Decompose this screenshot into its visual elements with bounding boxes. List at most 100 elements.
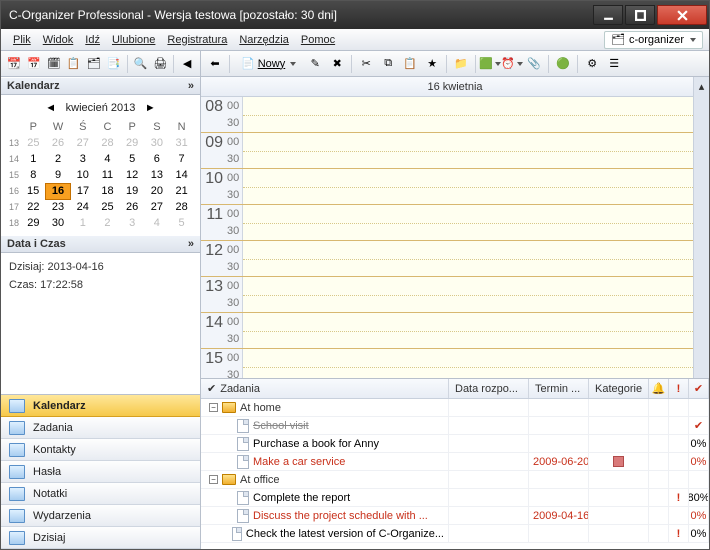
calendar-day[interactable]: 30 [46,215,71,231]
workspace-selector[interactable]: 🗂 c-organizer [604,31,703,49]
category-button[interactable]: 🟩 [480,54,500,74]
calendar-day[interactable]: 20 [145,183,170,199]
edit-button[interactable]: ✎ [305,54,325,74]
menu-narzedzia[interactable]: Narzędzia [233,32,295,48]
col-category[interactable]: Kategorie [589,379,649,398]
time-slot[interactable] [243,349,693,378]
calendar-day[interactable]: 28 [95,135,120,151]
time-slot[interactable] [243,313,693,348]
vertical-scrollbar[interactable] [693,97,709,378]
calendar-day[interactable]: 21 [169,183,194,199]
calendar-day[interactable]: 31 [169,135,194,151]
nav-dzisiaj[interactable]: Dzisiaj [1,527,200,549]
menu-registratura[interactable]: Registratura [161,32,233,48]
calendar-day[interactable]: 3 [120,215,145,231]
view-month-button[interactable]: 📋 [65,54,83,74]
col-start[interactable]: Data rozpo... [449,379,529,398]
calendar-day[interactable]: 23 [46,199,71,215]
calendar-day[interactable]: 6 [145,151,170,167]
calendar-day[interactable]: 25 [21,135,46,151]
calendar-day[interactable]: 30 [145,135,170,151]
copy-button[interactable]: ⧉ [378,54,398,74]
task-row[interactable]: Discuss the project schedule with ...200… [201,507,709,525]
calendar-day[interactable]: 10 [70,167,95,183]
nav-notatki[interactable]: Notatki [1,483,200,505]
calendar-day[interactable]: 4 [95,151,120,167]
folder-button[interactable]: 📁 [451,54,471,74]
calendar-day[interactable]: 28 [169,199,194,215]
task-group[interactable]: −At office [201,471,709,489]
calendar-panel-header[interactable]: Kalendarz » [1,77,200,95]
view-workweek-button[interactable]: 🗓 [45,54,63,74]
calendar-day[interactable]: 4 [145,215,170,231]
minimize-button[interactable] [593,5,623,25]
back-button[interactable]: ⬅ [205,54,225,74]
task-row[interactable]: Complete the report!80% [201,489,709,507]
calendar-day[interactable]: 29 [21,215,46,231]
menu-widok[interactable]: Widok [37,32,80,48]
calendar-day[interactable]: 5 [120,151,145,167]
calendar-day[interactable]: 3 [70,151,95,167]
nav-kalendarz[interactable]: Kalendarz [1,395,200,417]
filter-button[interactable]: ⚙ [582,54,602,74]
calendar-day[interactable]: 24 [70,199,95,215]
calendar-day[interactable]: 22 [21,199,46,215]
time-slot[interactable] [243,277,693,312]
nav-wydarzenia[interactable]: Wydarzenia [1,505,200,527]
view-year-button[interactable]: 🗂 [85,54,103,74]
calendar-day[interactable]: 14 [169,167,194,183]
next-month-button[interactable]: ► [143,101,157,115]
calendar-day[interactable]: 26 [46,135,71,151]
col-reminder[interactable]: 🔔 [649,379,669,398]
calendar-day[interactable]: 1 [21,151,46,167]
nav-hasła[interactable]: Hasła [1,461,200,483]
calendar-day[interactable]: 29 [120,135,145,151]
calendar-day[interactable]: 27 [70,135,95,151]
close-button[interactable] [657,5,707,25]
prev-month-button[interactable]: ◄ [44,101,58,115]
calendar-day[interactable]: 9 [46,167,71,183]
reminder-button[interactable]: ⏰ [502,54,522,74]
refresh-button[interactable]: 🔍 [131,54,149,74]
nav-kontakty[interactable]: Kontakty [1,439,200,461]
col-done[interactable]: ✔ [689,379,709,398]
nav-zadania[interactable]: Zadania [1,417,200,439]
options-button[interactable]: ☰ [604,54,624,74]
task-row[interactable]: Check the latest version of C-Organize..… [201,525,709,543]
datetime-panel-header[interactable]: Data i Czas » [1,235,200,253]
calendar-day[interactable]: 15 [21,183,46,199]
calendar-day[interactable]: 12 [120,167,145,183]
calendar-day[interactable]: 26 [120,199,145,215]
calendar-day[interactable]: 13 [145,167,170,183]
schedule-grid[interactable]: 0800300900301000301100301200301300301400… [201,97,709,379]
attachment-button[interactable]: 📎 [524,54,544,74]
time-slot[interactable] [243,241,693,276]
calendar-day[interactable]: 18 [95,183,120,199]
collapse-button[interactable]: ◀ [178,54,196,74]
time-slot[interactable] [243,205,693,240]
task-row[interactable]: Purchase a book for Anny0% [201,435,709,453]
favorite-button[interactable]: ★ [422,54,442,74]
menu-idz[interactable]: Idź [79,32,106,48]
task-group[interactable]: −At home [201,399,709,417]
new-button[interactable]: 📄Nowy [234,55,303,72]
expander-icon[interactable]: − [209,475,218,484]
calendar-day[interactable]: 17 [70,183,95,199]
calendar-day[interactable]: 19 [120,183,145,199]
print-button[interactable]: 🖨 [151,54,169,74]
calendar-day[interactable]: 16 [46,183,71,199]
delete-button[interactable]: ✖ [327,54,347,74]
calendar-day[interactable]: 1 [70,215,95,231]
scroll-up-button[interactable]: ▴ [693,77,709,97]
maximize-button[interactable] [625,5,655,25]
menu-plik[interactable]: Plik [7,32,37,48]
today-button[interactable]: 🟢 [553,54,573,74]
col-priority[interactable]: ! [669,379,689,398]
calendar-day[interactable]: 7 [169,151,194,167]
calendar-day[interactable]: 11 [95,167,120,183]
col-due[interactable]: Termin ... [529,379,589,398]
calendar-day[interactable]: 8 [21,167,46,183]
view-day-button[interactable]: 📆 [5,54,23,74]
calendar-day[interactable]: 27 [145,199,170,215]
view-timeline-button[interactable]: 📑 [105,54,123,74]
